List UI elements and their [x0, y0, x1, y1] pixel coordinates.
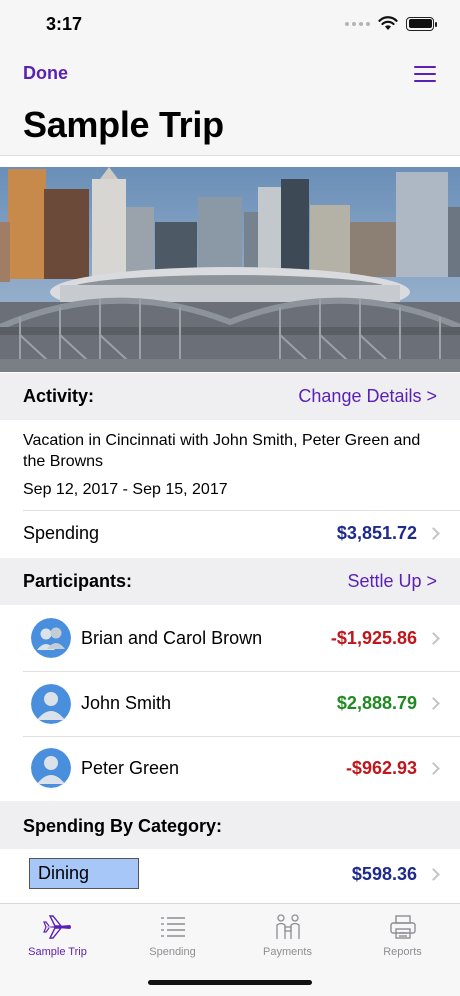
- status-time: 3:17: [46, 14, 83, 34]
- chevron-right-icon: [427, 868, 440, 881]
- tab-label: Reports: [383, 946, 422, 958]
- cellular-signal-icon: [345, 21, 370, 26]
- person-avatar-icon: [31, 684, 71, 724]
- done-button[interactable]: Done: [23, 63, 68, 84]
- participant-name: Peter Green: [81, 758, 180, 778]
- page-title: Sample Trip: [23, 104, 224, 145]
- tab-payments[interactable]: Payments: [230, 910, 345, 958]
- tab-label: Payments: [263, 946, 312, 958]
- printer-icon: [345, 910, 460, 944]
- participant-name: Brian and Carol Brown: [81, 628, 263, 648]
- change-details-link[interactable]: Change Details >: [298, 386, 437, 407]
- participant-name: John Smith: [81, 693, 172, 713]
- tab-label: Sample Trip: [28, 946, 87, 958]
- tab-label: Spending: [149, 946, 196, 958]
- trip-cover-image: [0, 167, 460, 372]
- person-avatar-icon: [31, 748, 71, 788]
- chevron-right-icon: [427, 527, 440, 540]
- chevron-right-icon: [427, 762, 440, 775]
- spending-amount: $3,851.72: [336, 523, 417, 543]
- category-amount: $598.36: [351, 864, 417, 884]
- group-avatar-icon: [31, 618, 71, 658]
- activity-dates: Sep 12, 2017 - Sep 15, 2017: [23, 481, 228, 498]
- activity-header: Activity:: [23, 386, 95, 406]
- spending-row[interactable]: Spending $3,851.72: [0, 511, 460, 557]
- status-icons: [345, 16, 437, 31]
- activity-section-header: Activity: Change Details >: [0, 373, 460, 420]
- category-section-header: Spending By Category:: [0, 801, 460, 849]
- settle-up-link[interactable]: Settle Up >: [347, 571, 437, 592]
- airplane-icon: [0, 910, 115, 944]
- tab-reports[interactable]: Reports: [345, 910, 460, 958]
- battery-icon: [406, 16, 437, 31]
- category-chip: Dining: [29, 858, 139, 889]
- tab-sample-trip[interactable]: Sample Trip: [0, 910, 115, 958]
- spending-label: Spending: [23, 523, 100, 543]
- list-icon: [115, 910, 230, 944]
- status-bar: 3:17: [0, 0, 460, 52]
- participant-amount: -$1,925.86: [330, 628, 417, 648]
- participant-row[interactable]: Brian and Carol Brown -$1,925.86: [0, 606, 460, 671]
- category-header: Spending By Category:: [23, 816, 223, 836]
- participant-amount: $2,888.79: [336, 693, 417, 713]
- participant-row[interactable]: John Smith $2,888.79: [0, 672, 460, 736]
- chevron-right-icon: [427, 632, 440, 645]
- navigation-bar: Done Sample Trip: [0, 52, 460, 156]
- participant-row[interactable]: Peter Green -$962.93: [0, 737, 460, 800]
- tab-spending[interactable]: Spending: [115, 910, 230, 958]
- wifi-icon: [378, 16, 398, 30]
- participants-section-header: Participants: Settle Up >: [0, 558, 460, 605]
- participants-header: Participants:: [23, 571, 133, 591]
- home-indicator[interactable]: [148, 980, 312, 985]
- participant-amount: -$962.93: [345, 758, 417, 778]
- chevron-right-icon: [427, 697, 440, 710]
- menu-icon[interactable]: [414, 66, 436, 82]
- people-exchange-icon: [230, 910, 345, 944]
- activity-description: Vacation in Cincinnati with John Smith, …: [23, 432, 421, 470]
